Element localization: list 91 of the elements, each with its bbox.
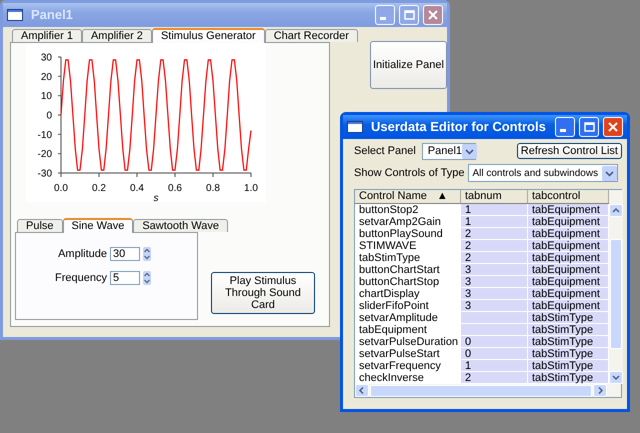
table-cell: tabEquipment <box>528 252 609 264</box>
table-cell: tabStimType <box>528 372 609 384</box>
scroll-thumb[interactable] <box>610 239 622 349</box>
spinner-icon[interactable] <box>143 247 151 262</box>
table-cell: tabEquipment <box>528 300 609 312</box>
play-button[interactable]: Play Stimulus Through Sound Card <box>211 272 315 314</box>
table-cell: tabEquipment <box>528 228 609 240</box>
tab[interactable]: Amplifier 2 <box>82 29 152 42</box>
type-dropdown[interactable]: All controls and subwindows <box>468 164 618 182</box>
table-cell: tabStimType <box>528 324 609 336</box>
tick-label: 0.8 <box>206 183 220 194</box>
table-cell: 2 <box>461 372 528 384</box>
minimize-icon <box>380 17 386 20</box>
table-cell: 2 <box>461 240 528 252</box>
tick-label: -20 <box>38 149 52 160</box>
table-cell <box>461 324 528 336</box>
table-cell: tabEquipment <box>528 276 609 288</box>
table-cell: 3 <box>461 264 528 276</box>
tick-label: 0.4 <box>130 183 144 194</box>
panel-dropdown[interactable]: Panel1 <box>422 142 476 160</box>
minimize-button[interactable] <box>375 5 395 25</box>
table-cell: 1 <box>461 216 528 228</box>
table-cell: tabStimType <box>528 360 609 372</box>
tick-label: 20 <box>40 72 52 83</box>
table-cell: 2 <box>461 228 528 240</box>
tick-label: 0.6 <box>168 183 182 194</box>
table-cell: 2 <box>461 252 528 264</box>
table-cell: tabStimType <box>528 312 609 324</box>
scroll-down-icon[interactable] <box>609 371 623 384</box>
scroll-thumb[interactable] <box>370 384 592 396</box>
table-cell: tabStimType <box>528 348 609 360</box>
tab[interactable]: Chart Recorder <box>264 29 358 42</box>
close-icon <box>608 122 618 132</box>
table-cell: 0 <box>461 336 528 348</box>
maximize-button[interactable] <box>399 5 419 25</box>
tick-label: 0 <box>46 110 52 122</box>
tick-label: -30 <box>38 168 52 180</box>
tick-label: 0.2 <box>92 183 106 194</box>
table-cell: tabEquipment <box>528 204 609 216</box>
close-button[interactable] <box>423 5 443 25</box>
tab[interactable]: Sawtooth Wave <box>133 219 228 232</box>
table-cell: 3 <box>461 276 528 288</box>
minimize-icon <box>560 129 566 132</box>
minimize-button[interactable] <box>555 117 575 137</box>
tick-label: 30 <box>40 52 52 64</box>
table-cell <box>461 312 528 324</box>
tab[interactable]: Pulse <box>17 219 63 232</box>
tab[interactable]: Stimulus Generator <box>152 28 265 43</box>
tick-label: 10 <box>40 91 52 102</box>
table-cell: 3 <box>461 288 528 300</box>
input-field[interactable]: 30 <box>110 247 140 262</box>
table-cell: tabEquipment <box>528 216 609 228</box>
spinner-icon[interactable] <box>143 270 151 285</box>
field-label: Amplitude <box>58 247 107 262</box>
table-cell: tabEquipment <box>528 240 609 252</box>
table-cell: tabEquipment <box>528 264 609 276</box>
scroll-right-icon[interactable] <box>593 384 607 397</box>
maximize-icon <box>584 122 594 132</box>
table-cell: 1 <box>461 360 528 372</box>
field-label: Frequency <box>55 270 107 286</box>
column-header[interactable]: tabnum <box>461 190 528 203</box>
scroll-up-icon[interactable] <box>609 204 623 217</box>
table-cell: 3 <box>461 300 528 312</box>
window-title: Userdata Editor for Controls <box>371 118 547 136</box>
tick-label: 1.0 <box>244 183 258 194</box>
refresh-button[interactable]: Refresh Control List <box>516 143 622 159</box>
tick-label: 0.0 <box>54 183 68 194</box>
type-label: Show Controls of Type <box>354 166 464 181</box>
input-field[interactable]: 5 <box>110 270 140 285</box>
maximize-button[interactable] <box>579 117 599 137</box>
table-cell: 1 <box>461 204 528 216</box>
tab[interactable]: Sine Wave <box>62 218 134 233</box>
sort-indicator: ▲ <box>436 190 448 203</box>
horizontal-scrollbar[interactable] <box>355 384 621 397</box>
scroll-left-icon[interactable] <box>355 384 369 397</box>
table-cell: tabEquipment <box>528 288 609 300</box>
vertical-scrollbar[interactable] <box>609 190 623 384</box>
window-icon <box>347 121 363 133</box>
table-cell: 0 <box>461 348 528 360</box>
window-icon <box>7 9 23 21</box>
column-header[interactable]: Control Name ▲ <box>355 190 461 203</box>
window-title: Panel1 <box>31 6 74 24</box>
tick-label: -10 <box>38 130 52 141</box>
initialize-button[interactable]: Initialize Panel <box>370 41 447 89</box>
table-cell: tabStimType <box>528 336 609 348</box>
axis-label: s <box>154 193 158 202</box>
close-icon <box>428 10 438 20</box>
maximize-icon <box>404 10 414 20</box>
tab[interactable]: Amplifier 1 <box>12 29 82 42</box>
close-button[interactable] <box>603 117 623 137</box>
select-panel-label: Select Panel <box>354 144 416 159</box>
